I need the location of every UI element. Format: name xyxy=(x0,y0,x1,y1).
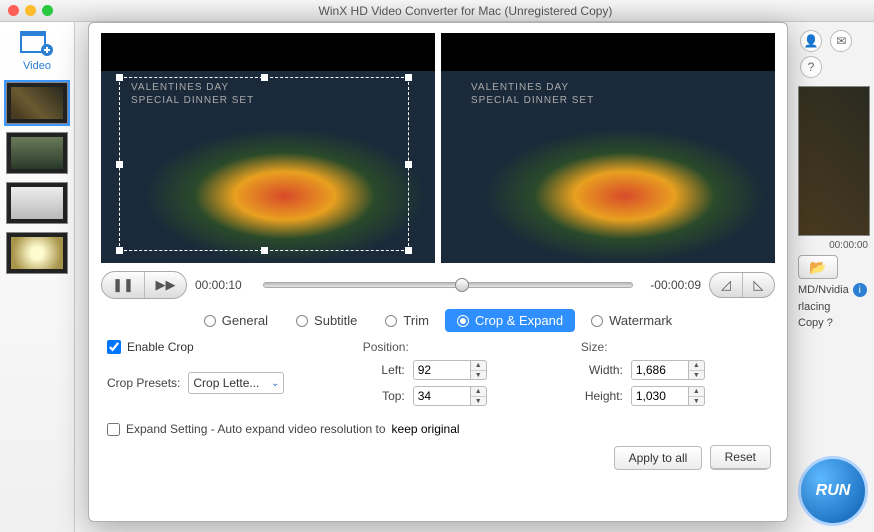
left-input[interactable] xyxy=(413,360,471,380)
crop-handle[interactable] xyxy=(116,247,123,254)
radio-icon xyxy=(204,315,216,327)
close-window-icon[interactable] xyxy=(8,5,19,16)
tab-watermark[interactable]: Watermark xyxy=(579,309,684,332)
height-input[interactable] xyxy=(631,386,689,406)
frame-overlay-text: VALENTINES DAY SPECIAL DINNER SET xyxy=(471,81,594,107)
help-icon[interactable]: ? xyxy=(800,56,822,78)
remaining-time: -00:00:09 xyxy=(641,278,701,292)
expand-suffix: keep original xyxy=(392,422,460,436)
pause-button[interactable]: ❚❚ xyxy=(102,272,144,298)
safe-copy-row: Copy ? xyxy=(798,317,870,329)
reset-button[interactable]: Reset xyxy=(710,445,771,469)
crop-presets-select[interactable]: Crop Lette... ⌄ xyxy=(188,372,284,394)
radio-icon xyxy=(385,315,397,327)
width-label: Width: xyxy=(581,363,623,377)
edit-dialog: VALENTINES DAY SPECIAL DINNER SET VALENT… xyxy=(88,22,788,522)
left-label: Left: xyxy=(363,363,405,377)
preview-left[interactable]: VALENTINES DAY SPECIAL DINNER SET xyxy=(101,33,435,263)
deinterlace-row: rlacing xyxy=(798,301,870,313)
crop-handle[interactable] xyxy=(405,161,412,168)
dialog-footer: Apply to all Done xyxy=(107,436,769,470)
crop-settings: Enable Crop Crop Presets: Crop Lette... … xyxy=(101,332,775,513)
expand-label: Expand Setting - Auto expand video resol… xyxy=(126,422,386,436)
flip-vertical-icon[interactable]: ◺ xyxy=(742,273,774,297)
browse-folder-button[interactable]: 📂 xyxy=(798,255,838,279)
crop-handle[interactable] xyxy=(405,247,412,254)
add-video-label: Video xyxy=(0,60,74,72)
apply-to-all-button[interactable]: Apply to all xyxy=(614,446,703,470)
add-video-icon[interactable] xyxy=(19,28,55,58)
edit-tabs: General Subtitle Trim Crop & Expand Wate… xyxy=(101,309,775,332)
video-thumb[interactable] xyxy=(6,232,68,274)
tab-subtitle[interactable]: Subtitle xyxy=(284,309,369,332)
height-label: Height: xyxy=(581,389,623,403)
enable-crop-input[interactable] xyxy=(107,340,121,354)
current-time: 00:00:10 xyxy=(195,278,255,292)
minimize-window-icon[interactable] xyxy=(25,5,36,16)
crop-presets-label: Crop Presets: xyxy=(107,376,180,390)
video-thumb[interactable] xyxy=(6,82,68,124)
flip-buttons: ◿ ◺ xyxy=(709,272,775,298)
hw-accel-row: MD/Nvidiai xyxy=(798,283,870,297)
zoom-window-icon[interactable] xyxy=(42,5,53,16)
chevron-updown-icon: ⌄ xyxy=(271,378,279,389)
info-icon[interactable]: i xyxy=(853,283,867,297)
account-icon[interactable]: 👤 xyxy=(800,30,822,52)
mac-titlebar: WinX HD Video Converter for Mac (Unregis… xyxy=(0,0,874,22)
height-stepper[interactable]: ▲▼ xyxy=(689,386,705,406)
fastforward-button[interactable]: ▶▶ xyxy=(144,272,186,298)
radio-icon xyxy=(457,315,469,327)
seek-slider[interactable] xyxy=(263,282,633,288)
expand-checkbox[interactable] xyxy=(107,423,120,436)
expand-setting-row[interactable]: Expand Setting - Auto expand video resol… xyxy=(107,422,769,436)
position-heading: Position: xyxy=(363,340,551,354)
video-thumb-list xyxy=(0,82,74,274)
radio-icon xyxy=(296,315,308,327)
radio-icon xyxy=(591,315,603,327)
crop-handle[interactable] xyxy=(405,74,412,81)
transport-bar: ❚❚ ▶▶ 00:00:10 -00:00:09 ◿ ◺ xyxy=(101,271,775,299)
enable-crop-checkbox[interactable]: Enable Crop xyxy=(107,340,333,354)
crop-handle[interactable] xyxy=(261,247,268,254)
video-thumb[interactable] xyxy=(6,132,68,174)
enable-crop-label: Enable Crop xyxy=(127,340,194,354)
video-thumb[interactable] xyxy=(6,182,68,224)
preview-row: VALENTINES DAY SPECIAL DINNER SET VALENT… xyxy=(101,33,775,263)
window-traffic-lights[interactable] xyxy=(8,5,53,16)
tab-trim[interactable]: Trim xyxy=(373,309,441,332)
crop-presets-value: Crop Lette... xyxy=(193,376,259,390)
right-panel: 👤 ✉ ? 00:00:00 📂 MD/Nvidiai rlacing Copy… xyxy=(794,22,874,532)
crop-handle[interactable] xyxy=(116,161,123,168)
left-sidebar: Video xyxy=(0,22,75,532)
size-heading: Size: xyxy=(581,340,769,354)
crop-rectangle[interactable] xyxy=(119,77,409,251)
width-stepper[interactable]: ▲▼ xyxy=(689,360,705,380)
mail-icon[interactable]: ✉ xyxy=(830,30,852,52)
tab-crop-expand[interactable]: Crop & Expand xyxy=(445,309,575,332)
top-label: Top: xyxy=(363,389,405,403)
right-timecode: 00:00:00 xyxy=(798,236,870,255)
width-input[interactable] xyxy=(631,360,689,380)
crop-handle[interactable] xyxy=(116,74,123,81)
top-input[interactable] xyxy=(413,386,471,406)
tab-general[interactable]: General xyxy=(192,309,280,332)
playback-buttons: ❚❚ ▶▶ xyxy=(101,271,187,299)
right-preview xyxy=(798,86,870,236)
left-stepper[interactable]: ▲▼ xyxy=(471,360,487,380)
window-title: WinX HD Video Converter for Mac (Unregis… xyxy=(65,4,866,18)
preview-right: VALENTINES DAY SPECIAL DINNER SET xyxy=(441,33,775,263)
crop-handle[interactable] xyxy=(261,74,268,81)
top-stepper[interactable]: ▲▼ xyxy=(471,386,487,406)
seek-knob[interactable] xyxy=(455,278,469,292)
run-button[interactable]: RUN xyxy=(798,456,868,526)
flip-horizontal-icon[interactable]: ◿ xyxy=(710,273,742,297)
